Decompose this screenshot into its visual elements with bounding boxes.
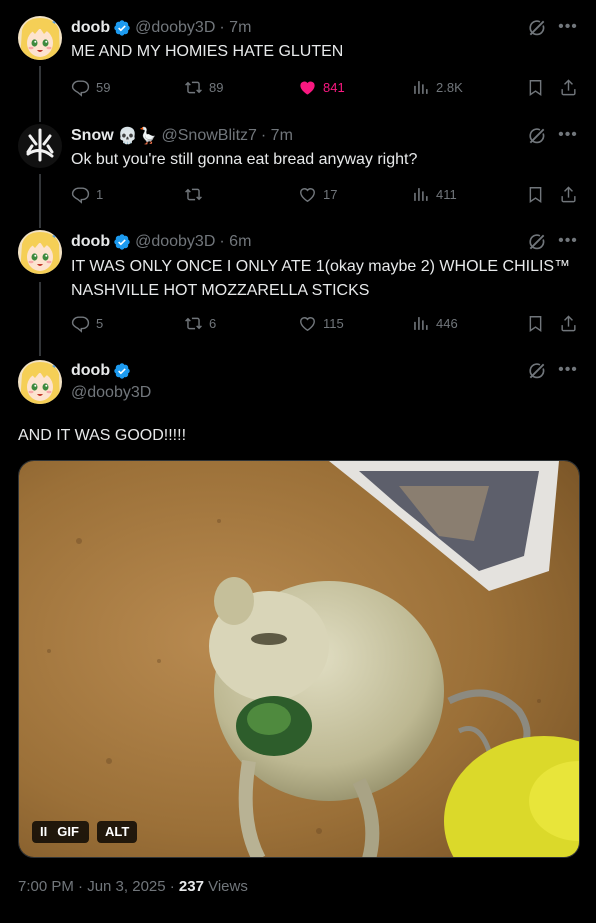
share-button[interactable] bbox=[559, 185, 584, 204]
gif-badge: GIF bbox=[57, 824, 79, 839]
like-button[interactable]: 115 bbox=[298, 314, 344, 333]
retweet-button[interactable]: 6 bbox=[184, 314, 216, 333]
reply-count: 5 bbox=[96, 316, 104, 331]
alt-badge[interactable]: ALT bbox=[97, 821, 138, 843]
verified-badge-icon bbox=[113, 19, 131, 37]
name-emoji: 💀🪿 bbox=[117, 128, 158, 145]
grok-icon[interactable] bbox=[527, 18, 547, 38]
reply-button[interactable]: 1 bbox=[71, 185, 103, 204]
handle[interactable]: @dooby3D bbox=[135, 19, 215, 37]
tweet-text: Ok but you're still gonna eat bread anyw… bbox=[71, 151, 418, 168]
bookmark-button[interactable] bbox=[526, 78, 551, 97]
views-button[interactable]: 2.8K bbox=[411, 78, 463, 97]
action-bar: 5 6 115 446 bbox=[71, 314, 580, 334]
retweet-icon bbox=[184, 185, 203, 204]
retweet-button[interactable] bbox=[184, 185, 209, 204]
grok-icon[interactable] bbox=[527, 361, 547, 381]
display-name[interactable]: doob bbox=[71, 362, 110, 380]
alt-label: ALT bbox=[105, 824, 130, 839]
share-button[interactable] bbox=[559, 314, 584, 333]
share-icon bbox=[559, 78, 578, 97]
reply-icon bbox=[71, 78, 90, 97]
timestamp[interactable]: · 6m bbox=[219, 233, 251, 251]
avatar[interactable] bbox=[18, 16, 62, 60]
share-icon bbox=[559, 185, 578, 204]
pause-button[interactable]: II bbox=[32, 821, 53, 843]
retweet-icon bbox=[184, 314, 203, 333]
view-count: 2.8K bbox=[436, 80, 463, 95]
handle[interactable]: @dooby3D bbox=[135, 233, 215, 251]
view-count: 411 bbox=[436, 187, 457, 202]
gif-frame bbox=[19, 461, 579, 857]
verified-badge-icon bbox=[113, 362, 131, 380]
verified-badge-icon bbox=[113, 233, 131, 251]
display-name[interactable]: Snow bbox=[71, 127, 114, 145]
handle[interactable]: @SnowBlitz7 bbox=[162, 127, 257, 145]
avatar[interactable] bbox=[18, 230, 62, 274]
action-bar: 59 89 841 2.8K bbox=[71, 78, 580, 98]
tweet-meta: 7:00 PM · Jun 3, 2025 · 237 Views bbox=[18, 878, 248, 895]
tweet-text: ME AND MY HOMIES HATE GLUTEN bbox=[71, 43, 344, 60]
post-timestamp[interactable]: 7:00 PM · Jun 3, 2025 · bbox=[18, 878, 179, 895]
action-bar: 1 17 411 bbox=[71, 185, 580, 205]
like-icon bbox=[298, 314, 317, 333]
retweet-icon bbox=[184, 78, 203, 97]
reply-icon bbox=[71, 314, 90, 333]
like-icon bbox=[298, 78, 317, 97]
views-button[interactable]: 411 bbox=[411, 185, 457, 204]
handle[interactable]: @dooby3D bbox=[71, 384, 151, 402]
reply-button[interactable]: 5 bbox=[71, 314, 103, 333]
tweet-text: AND IT WAS GOOD!!!!! bbox=[18, 427, 187, 444]
avatar[interactable] bbox=[18, 124, 62, 168]
reply-tweet[interactable]: doob @dooby3D · 6m ••• IT WAS ONLY ONCE … bbox=[0, 220, 596, 350]
like-count: 115 bbox=[323, 316, 344, 331]
more-icon[interactable]: ••• bbox=[558, 17, 578, 37]
views-label: Views bbox=[203, 878, 248, 895]
gif-controls: II GIF bbox=[32, 821, 89, 843]
more-icon[interactable]: ••• bbox=[558, 360, 578, 380]
like-icon bbox=[298, 185, 317, 204]
view-count: 446 bbox=[436, 316, 458, 331]
bookmark-icon bbox=[526, 185, 545, 204]
display-name[interactable]: doob bbox=[71, 19, 110, 37]
bookmark-button[interactable] bbox=[526, 314, 551, 333]
share-button[interactable] bbox=[559, 78, 584, 97]
timestamp[interactable]: · 7m bbox=[261, 127, 293, 145]
like-count: 17 bbox=[323, 187, 338, 202]
like-count: 841 bbox=[323, 80, 345, 95]
views-icon bbox=[411, 314, 430, 333]
more-icon[interactable]: ••• bbox=[558, 125, 578, 145]
bookmark-button[interactable] bbox=[526, 185, 551, 204]
tweet-text: IT WAS ONLY ONCE I ONLY ATE 1(okay maybe… bbox=[71, 258, 571, 299]
grok-icon[interactable] bbox=[527, 126, 547, 146]
views-icon bbox=[411, 78, 430, 97]
views-icon bbox=[411, 185, 430, 204]
reply-tweet[interactable]: doob @dooby3D · 7m ••• ME AND MY HOMIES … bbox=[0, 0, 596, 112]
grok-icon[interactable] bbox=[527, 232, 547, 252]
views-button[interactable]: 446 bbox=[411, 314, 458, 333]
avatar[interactable] bbox=[18, 360, 62, 404]
timestamp[interactable]: · 7m bbox=[219, 19, 251, 37]
retweet-count: 89 bbox=[209, 80, 224, 95]
bookmark-icon bbox=[526, 314, 545, 333]
bookmark-icon bbox=[526, 78, 545, 97]
reply-tweet[interactable]: Snow 💀🪿 @SnowBlitz7 · 7m ••• Ok but you'… bbox=[0, 112, 596, 220]
display-name[interactable]: doob bbox=[71, 233, 110, 251]
share-icon bbox=[559, 314, 578, 333]
reply-icon bbox=[71, 185, 90, 204]
more-icon[interactable]: ••• bbox=[558, 231, 578, 251]
retweet-count: 6 bbox=[209, 316, 217, 331]
like-button[interactable]: 841 bbox=[298, 78, 345, 97]
gif-media[interactable]: II GIF ALT bbox=[18, 460, 580, 858]
reply-count: 1 bbox=[96, 187, 104, 202]
view-count: 237 bbox=[178, 878, 204, 895]
like-button[interactable]: 17 bbox=[298, 185, 337, 204]
retweet-button[interactable]: 89 bbox=[184, 78, 223, 97]
reply-count: 59 bbox=[96, 80, 111, 95]
reply-button[interactable]: 59 bbox=[71, 78, 110, 97]
